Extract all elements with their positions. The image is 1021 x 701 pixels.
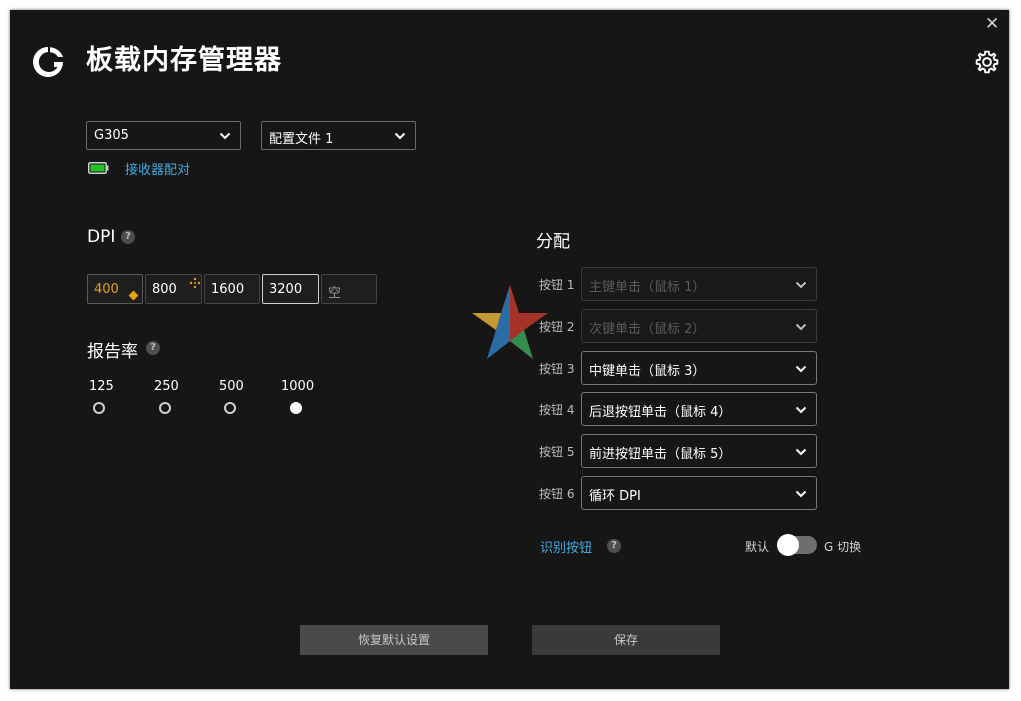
chevron-down-icon — [795, 365, 807, 373]
dpi-help-icon[interactable]: ? — [121, 230, 135, 244]
device-select[interactable]: G305 — [86, 121, 241, 150]
chevron-down-icon — [394, 132, 406, 140]
chevron-down-icon — [795, 281, 807, 289]
rate-125-radio[interactable] — [93, 402, 105, 414]
button-1-assignment-select: 主键单击（鼠标 1） — [581, 267, 817, 301]
dpi-level-value: 空 — [328, 286, 342, 301]
dpi-level-5[interactable]: 空 — [321, 274, 377, 304]
button-1-label: 按钮 1 — [539, 278, 575, 292]
dpi-level-1[interactable]: 400 — [87, 274, 143, 304]
chevron-down-icon — [795, 323, 807, 331]
button-2-label: 按钮 2 — [539, 320, 575, 334]
dpi-level-2[interactable]: 800 — [145, 274, 202, 304]
button-4-assignment-select[interactable]: 后退按钮单击（鼠标 4） — [581, 392, 817, 426]
assignment-value: 中键单击（鼠标 3） — [589, 364, 706, 379]
chevron-down-icon — [795, 448, 807, 456]
rate-option-label: 125 — [89, 379, 114, 394]
rate-option-label: 500 — [219, 379, 244, 394]
dpi-level-4[interactable]: 3200 — [262, 274, 319, 304]
dpi-level-value: 800 — [152, 282, 177, 297]
toggle-knob — [777, 534, 799, 556]
profile-select[interactable]: 配置文件 1 — [261, 121, 416, 150]
battery-icon — [88, 162, 109, 174]
save-button[interactable]: 保存 — [532, 625, 720, 655]
rate-1000-radio[interactable] — [290, 402, 302, 414]
dpi-level-value: 1600 — [211, 282, 245, 297]
toggle-default-label: 默认 — [745, 540, 770, 554]
onboard-memory-window: ✕ 板载内存管理器 G305 配置文件 1 接收器配对 DPI ? 400 80… — [10, 10, 1009, 689]
button-3-label: 按钮 3 — [539, 362, 575, 376]
rate-option-label: 250 — [154, 379, 179, 394]
gear-icon[interactable] — [974, 49, 1000, 75]
chevron-down-icon — [219, 132, 231, 140]
identify-buttons-link[interactable]: 识别按钮 — [540, 537, 592, 556]
toggle-g-shift-label: G 切换 — [824, 540, 862, 554]
device-select-value: G305 — [94, 128, 129, 143]
dpi-level-value: 400 — [94, 282, 119, 297]
g-shift-toggle[interactable] — [777, 534, 817, 556]
identify-help-icon[interactable]: ? — [607, 539, 621, 553]
button-5-assignment-select[interactable]: 前进按钮单击（鼠标 5） — [581, 434, 817, 468]
chevron-down-icon — [795, 406, 807, 414]
report-rate-help-icon[interactable]: ? — [146, 341, 160, 355]
receiver-pairing-link[interactable]: 接收器配对 — [125, 159, 190, 178]
dpi-level-value: 3200 — [269, 282, 303, 297]
button-6-label: 按钮 6 — [539, 487, 575, 501]
report-rate-label: 报告率 — [87, 342, 138, 362]
default-dpi-marker-icon — [128, 290, 139, 301]
rate-500-radio[interactable] — [224, 402, 236, 414]
chevron-down-icon — [795, 490, 807, 498]
dpi-shift-marker-icon — [189, 277, 201, 289]
assignment-value: 后退按钮单击（鼠标 4） — [589, 405, 732, 420]
button-5-label: 按钮 5 — [539, 445, 575, 459]
dpi-level-3[interactable]: 1600 — [204, 274, 260, 304]
profile-select-value: 配置文件 1 — [269, 132, 334, 147]
restore-defaults-button[interactable]: 恢复默认设置 — [300, 625, 488, 655]
button-4-label: 按钮 4 — [539, 403, 575, 417]
assignment-value: 主键单击（鼠标 1） — [589, 280, 706, 295]
button-2-assignment-select: 次键单击（鼠标 2） — [581, 309, 817, 343]
rate-250-radio[interactable] — [159, 402, 171, 414]
button-6-assignment-select[interactable]: 循环 DPI — [581, 476, 817, 510]
watermark-star-icon — [472, 285, 548, 359]
logitech-g-logo-icon — [33, 47, 63, 77]
assignment-value: 前进按钮单击（鼠标 5） — [589, 447, 732, 462]
assignment-value: 循环 DPI — [589, 489, 641, 504]
close-icon[interactable]: ✕ — [985, 16, 999, 33]
assignment-label: 分配 — [536, 232, 570, 252]
assignment-value: 次键单击（鼠标 2） — [589, 322, 706, 337]
page-title: 板载内存管理器 — [86, 45, 282, 76]
rate-option-label: 1000 — [281, 379, 315, 394]
button-3-assignment-select[interactable]: 中键单击（鼠标 3） — [581, 351, 817, 385]
dpi-label: DPI — [87, 227, 116, 247]
